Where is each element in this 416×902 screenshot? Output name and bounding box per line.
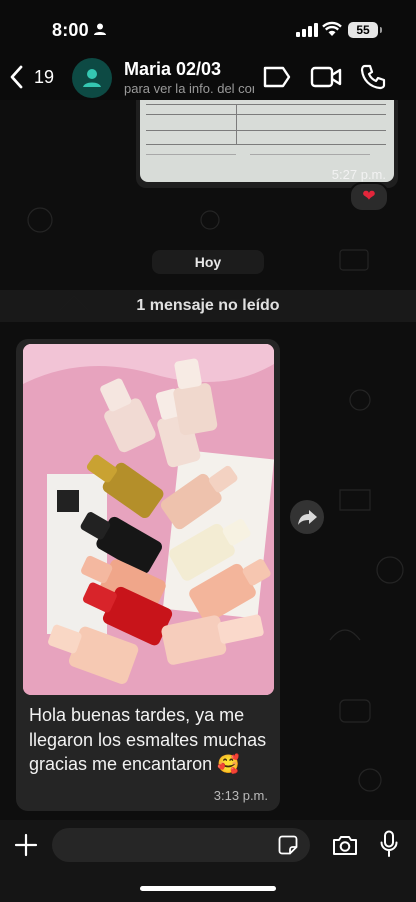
- contact-name[interactable]: Maria 02/03: [124, 59, 221, 80]
- cellular-signal-icon: [296, 23, 318, 37]
- nail-polish-bottles-illustration: [23, 344, 274, 695]
- sticker-icon[interactable]: [278, 835, 298, 855]
- contact-info-hint[interactable]: para ver la info. del contacto: [124, 81, 254, 96]
- avatar-person-icon: [83, 69, 101, 87]
- date-separator: Hoy: [152, 250, 264, 274]
- unread-banner-text: 1 mensaje no leído: [136, 297, 280, 314]
- battery-tip: [380, 27, 382, 33]
- focus-person-icon: [94, 23, 106, 35]
- incoming-message[interactable]: Hola buenas tardes, ya me llegaron los e…: [16, 339, 280, 811]
- chat-header: 19 Maria 02/03 para ver la info. del con…: [0, 58, 416, 100]
- forward-icon: [298, 510, 317, 525]
- video-call-icon[interactable]: [310, 64, 342, 90]
- wifi-icon: [322, 21, 342, 36]
- camera-icon[interactable]: [332, 833, 358, 857]
- forward-button[interactable]: [290, 500, 324, 534]
- message-input[interactable]: [52, 828, 310, 862]
- avatar[interactable]: [72, 58, 112, 98]
- previous-message-time: 5:27 p.m.: [331, 167, 386, 182]
- unread-chats-count[interactable]: 19: [34, 67, 54, 88]
- battery-indicator: 55: [348, 22, 378, 38]
- previous-image-message[interactable]: 5:27 p.m.: [136, 100, 398, 188]
- chat-area[interactable]: 5:27 p.m. ❤ Hoy 1 mensaje no leído Hola …: [0, 100, 416, 820]
- status-time: 8:00: [52, 20, 89, 40]
- status-bar: 8:00 55: [0, 0, 416, 58]
- heart-reaction[interactable]: ❤: [349, 182, 389, 212]
- home-indicator: [140, 886, 276, 891]
- label-icon[interactable]: [262, 64, 292, 90]
- plus-icon[interactable]: [14, 833, 38, 857]
- nail-polish-photo[interactable]: [23, 344, 274, 695]
- message-time: 3:13 p.m.: [213, 788, 268, 803]
- message-text: Hola buenas tardes, ya me llegaron los e…: [29, 705, 267, 774]
- voice-call-icon[interactable]: [360, 64, 386, 90]
- mic-icon[interactable]: [380, 830, 398, 858]
- back-icon[interactable]: [8, 64, 26, 90]
